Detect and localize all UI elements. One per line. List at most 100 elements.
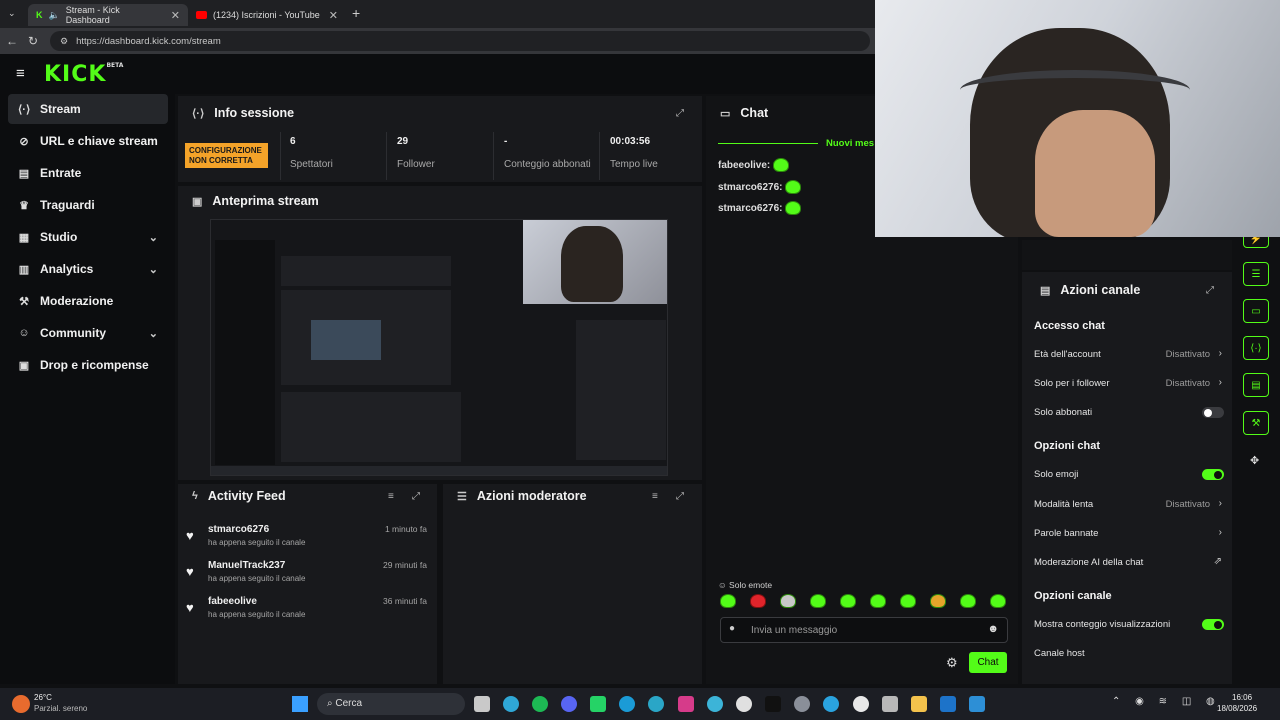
setting-value: Disattivato [1165, 349, 1210, 360]
emote-icon[interactable] [990, 594, 1006, 608]
reload-icon[interactable]: ↻ [28, 34, 38, 48]
tray-icons[interactable]: ⌃ ◉ ≋ ◫ ◍ [1112, 696, 1221, 707]
chat-message: stmarco6276: [718, 180, 802, 194]
stream-preview-video[interactable] [210, 219, 668, 476]
outlook-icon[interactable] [940, 696, 956, 712]
telegram-icon[interactable] [823, 696, 839, 712]
feed-user[interactable]: ManuelTrack237 [208, 560, 285, 571]
rail-button-stream[interactable]: ⟨·⟩ [1243, 336, 1269, 360]
rail-settings-icon[interactable]: ✥ [1250, 454, 1259, 467]
filter-icon[interactable]: ≡ [652, 491, 658, 502]
spotify-icon[interactable] [532, 696, 548, 712]
feed-time: 29 minuti fa [383, 560, 427, 570]
preview-panel-actions [576, 320, 666, 460]
feed-user[interactable]: fabeeolive [208, 596, 257, 607]
whatsapp-icon[interactable] [590, 696, 606, 712]
setting-host-channel[interactable]: Canale host [1034, 648, 1224, 659]
instagram-icon[interactable] [678, 696, 694, 712]
key-icon: ⊘ [19, 135, 29, 148]
setting-ai-moderation[interactable]: Moderazione AI della chat ⇗ [1034, 556, 1224, 568]
sidebar-item-moderazione[interactable]: ⚒ Moderazione [8, 286, 168, 316]
os-taskbar: 26°C Parzial. sereno ⌕ Cerca ⌃ ◉ ≋ ◫ ◍ 1… [0, 688, 1280, 720]
chat-input[interactable]: ● Invia un messaggio ☻ [720, 617, 1008, 643]
feed-user[interactable]: stmarco6276 [208, 524, 269, 535]
site-info-icon[interactable]: ⚙ [60, 36, 68, 47]
expand-icon[interactable]: ⤢ [676, 108, 684, 119]
tiktok-icon[interactable] [765, 696, 781, 712]
stat-viewers: 6 Spettatori [290, 136, 333, 180]
app-icon[interactable] [707, 696, 723, 712]
rail-button-list[interactable]: ☰ [1243, 262, 1269, 286]
browser-tab-kick[interactable]: K 🔈 Stream - Kick Dashboard ✕ [28, 4, 188, 26]
capcut-icon[interactable] [736, 696, 752, 712]
emote-icon[interactable] [720, 594, 736, 608]
emote-icon[interactable] [750, 594, 766, 608]
url-field[interactable]: ⚙ https://dashboard.kick.com/stream [50, 31, 870, 51]
chat-username[interactable]: stmarco6276: [718, 203, 782, 214]
rail-button-tools[interactable]: ⚒ [1243, 411, 1269, 435]
weather-desc: Parzial. sereno [34, 704, 88, 713]
setting-followers-only[interactable]: Solo per i follower Disattivato › [1034, 377, 1224, 389]
emote-icon[interactable] [960, 594, 976, 608]
browser-icon[interactable] [619, 696, 635, 712]
taskbar-search[interactable]: ⌕ Cerca [317, 693, 465, 715]
browser-tab-youtube[interactable]: (1234) Iscrizioni - YouTube ✕ [188, 4, 346, 26]
obs-icon[interactable] [853, 696, 869, 712]
hamburger-menu-icon[interactable]: ≡ [16, 65, 25, 82]
tab-list-icon[interactable]: ⌄ [8, 8, 16, 19]
app-icon[interactable] [648, 696, 664, 712]
chat-username[interactable]: fabeeolive: [718, 160, 770, 171]
calculator-icon[interactable] [882, 696, 898, 712]
sidebar-item-drops[interactable]: ▣ Drop e ricompense [8, 350, 168, 380]
sidebar-item-studio[interactable]: ▦ Studio ⌄ [8, 222, 168, 252]
setting-banned-words[interactable]: Parole bannate › [1034, 527, 1224, 539]
sidebar-item-url-key[interactable]: ⊘ URL e chiave stream [8, 126, 168, 156]
emote-icon[interactable] [840, 594, 856, 608]
stat-label: Conteggio abbonati [504, 159, 591, 170]
rail-button-channel[interactable]: ▤ [1243, 373, 1269, 397]
windows-start-icon[interactable] [292, 696, 308, 712]
kick-logo[interactable]: KICKBETA [44, 62, 123, 87]
settings-icon[interactable] [794, 696, 810, 712]
edge-icon[interactable] [503, 696, 519, 712]
setting-account-age[interactable]: Età dell'account Disattivato › [1034, 348, 1224, 360]
photos-icon[interactable] [969, 696, 985, 712]
setting-label: Età dell'account [1034, 349, 1101, 360]
emote-icon[interactable] [780, 594, 796, 608]
chat-send-button[interactable]: Chat [969, 652, 1007, 673]
emote-icon[interactable] [870, 594, 886, 608]
subs-only-toggle[interactable] [1202, 407, 1224, 418]
sidebar-item-stream[interactable]: ⟨·⟩ Stream [8, 94, 168, 124]
emote-icon[interactable] [930, 594, 946, 608]
emote-icon[interactable] [810, 594, 826, 608]
chat-settings-icon[interactable]: ⚙ [946, 655, 958, 671]
chat-username[interactable]: stmarco6276: [718, 182, 782, 193]
sidebar-item-analytics[interactable]: ▥ Analytics ⌄ [8, 254, 168, 284]
sidebar-item-traguardi[interactable]: ♛ Traguardi [8, 190, 168, 220]
new-tab-icon[interactable]: + [352, 5, 360, 21]
view-count-toggle[interactable] [1202, 619, 1224, 630]
folder-icon[interactable] [911, 696, 927, 712]
sidebar-item-community[interactable]: ☺ Community ⌄ [8, 318, 168, 348]
bolt-icon: ϟ [192, 490, 198, 502]
emoji-only-toggle[interactable] [1202, 469, 1224, 480]
setting-slow-mode[interactable]: Modalità lenta Disattivato › [1034, 498, 1224, 510]
rail-button-chat[interactable]: ▭ [1243, 299, 1269, 323]
emoji-picker-icon[interactable]: ☻ [987, 623, 999, 635]
sidebar-item-label: Analytics [40, 262, 94, 276]
section-access-chat: Accesso chat [1034, 320, 1105, 332]
list-item: ♥ stmarco6276 ha appena seguito il canale 1… [186, 524, 431, 554]
sidebar-item-entrate[interactable]: ▤ Entrate [8, 158, 168, 188]
file-explorer-icon[interactable] [474, 696, 490, 712]
weather-icon[interactable] [12, 695, 30, 713]
emote-icon[interactable] [900, 594, 916, 608]
expand-icon[interactable]: ⤢ [1206, 285, 1214, 296]
close-tab-icon[interactable]: ✕ [329, 9, 338, 22]
expand-icon[interactable]: ⤢ [676, 491, 684, 502]
discord-icon[interactable] [561, 696, 577, 712]
filter-icon[interactable]: ≡ [388, 491, 394, 502]
expand-icon[interactable]: ⤢ [412, 491, 420, 502]
close-tab-icon[interactable]: ✕ [171, 9, 180, 22]
logo-badge: BETA [106, 62, 124, 69]
back-icon[interactable]: ← [6, 34, 18, 48]
